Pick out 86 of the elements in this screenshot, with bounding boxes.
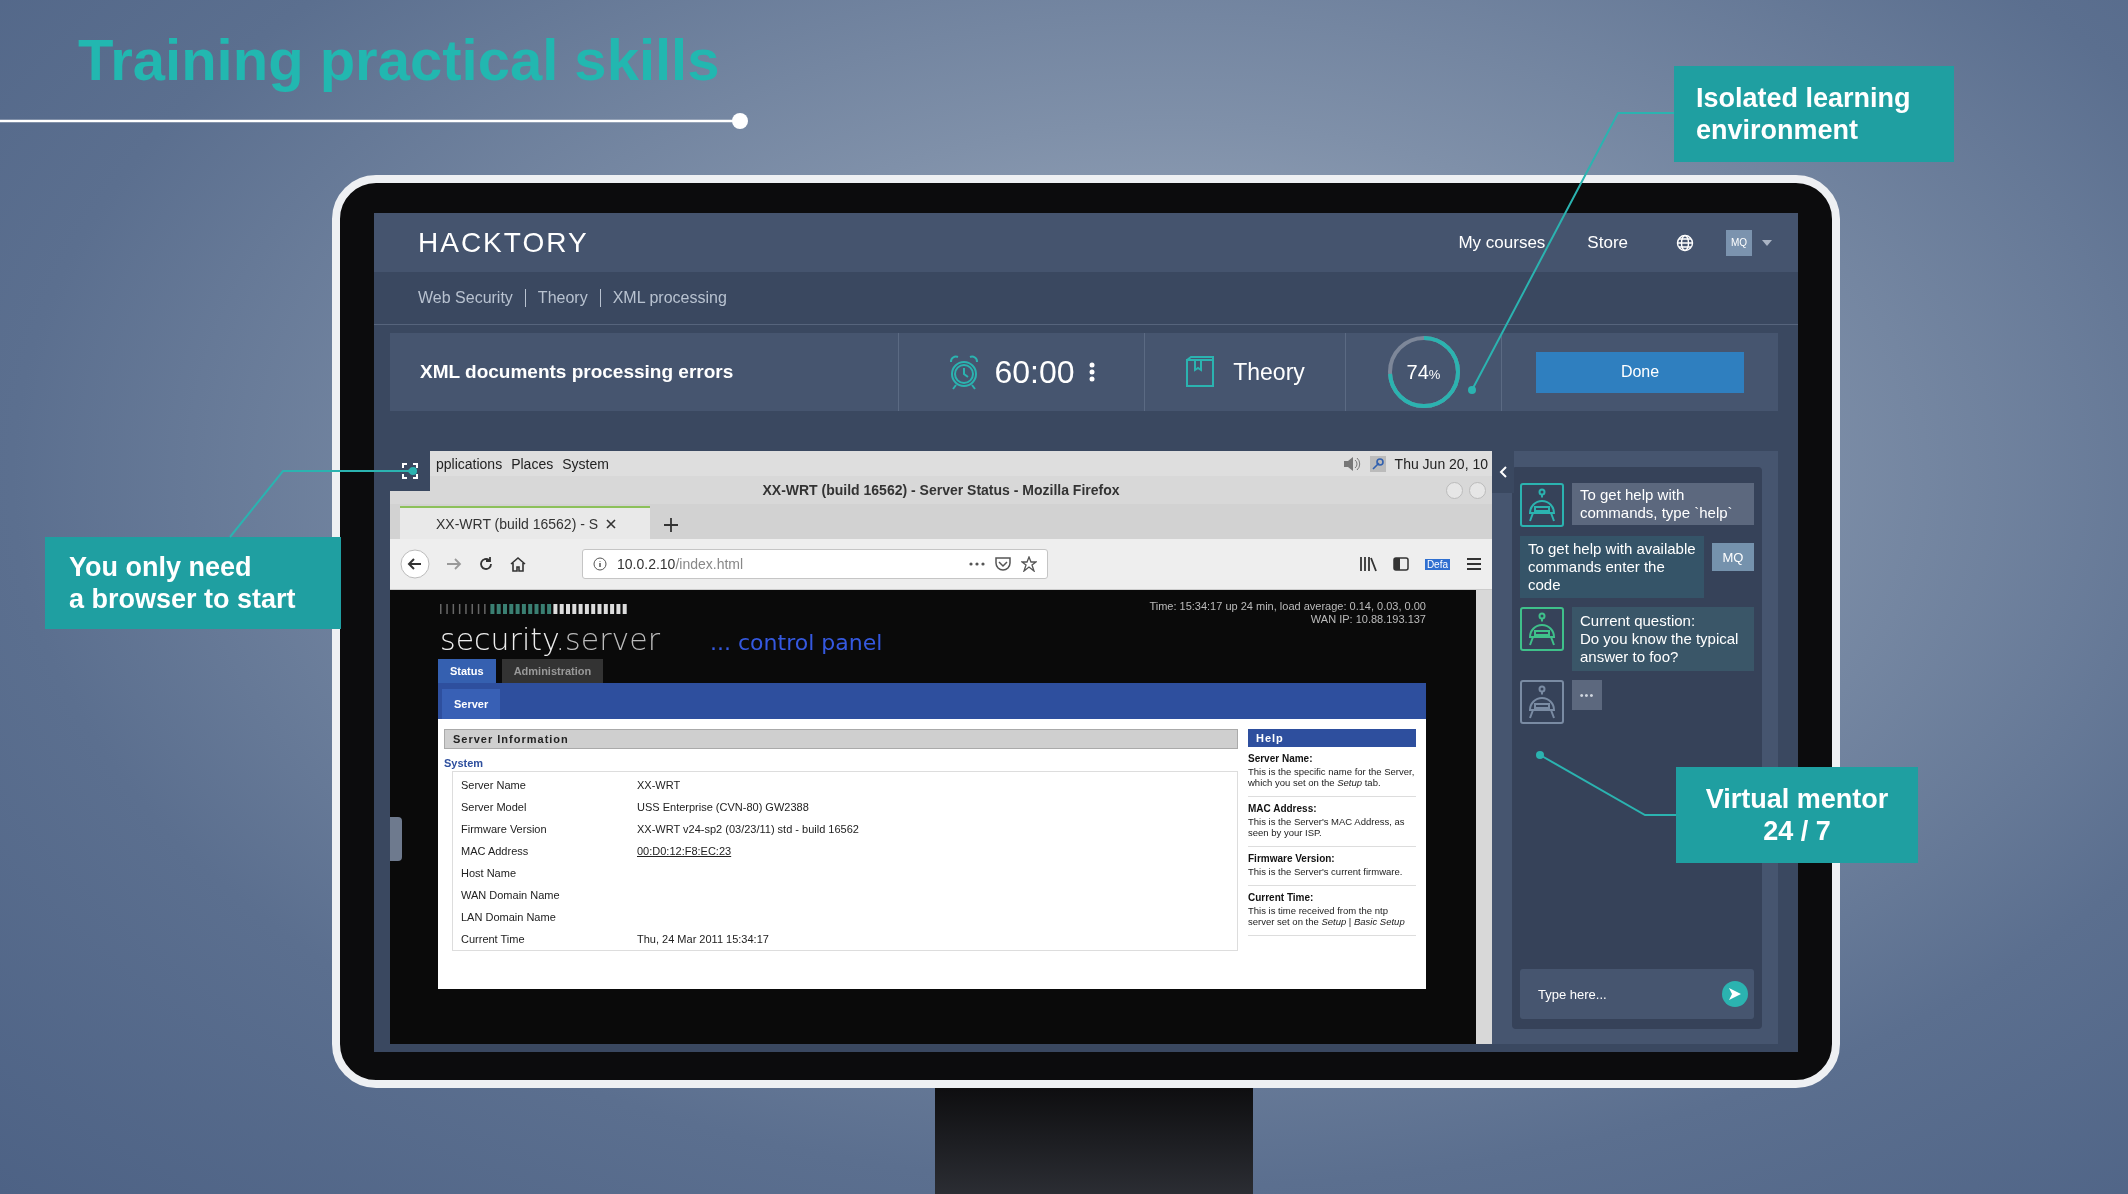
help-title: Server Name:	[1248, 753, 1314, 764]
nav-link[interactable]: My courses	[1458, 232, 1546, 253]
section-label: Theory	[1233, 358, 1305, 386]
browser-tab[interactable]: XX-WRT (build 16562) - S	[400, 506, 650, 539]
field-label: LAN Domain Name	[461, 911, 557, 923]
side-handle[interactable]	[390, 817, 402, 861]
info-icon[interactable]	[593, 557, 607, 571]
breadcrumb-link[interactable]: Theory	[537, 289, 588, 307]
close-icon[interactable]	[606, 518, 617, 529]
field-label: Current Time	[461, 933, 526, 945]
user-avatar[interactable]: MQ	[1726, 229, 1752, 256]
sub-tab[interactable]: Server	[442, 689, 501, 719]
reload-icon[interactable]	[478, 556, 494, 572]
robot-icon	[1520, 483, 1564, 527]
sidebar-icon[interactable]	[1392, 557, 1409, 571]
field-value: Thu, 24 Mar 2011 15:34:17	[637, 933, 769, 945]
help-text: This is the Server's MAC Address, as seen by your ISP.	[1248, 816, 1406, 838]
star-icon[interactable]	[1021, 556, 1037, 572]
help-title: Firmware Version:	[1248, 853, 1336, 864]
breadcrumb-link[interactable]: Web Security	[418, 289, 513, 307]
message-field[interactable]: Type here...	[1520, 969, 1754, 1019]
more-icon[interactable]	[969, 562, 985, 566]
speaker-icon[interactable]	[1342, 455, 1361, 472]
callout-label: Virtual mentor 24 / 7	[1676, 767, 1918, 863]
address-bar[interactable]: 10.0.2.10/index.html	[582, 549, 1048, 579]
help-header: Help	[1248, 729, 1416, 747]
field-label: Firmware Version	[461, 823, 548, 835]
breadcrumb-link[interactable]: XML processing	[612, 289, 727, 307]
window-title: XX-WRT (build 16562) - Server Status - Mozilla Firefox	[762, 482, 1120, 498]
app-logo: HACKTORY	[418, 226, 589, 259]
field-value: XX-WRT	[637, 779, 681, 791]
desktop-clock: Thu Jun 20, 10	[1394, 455, 1488, 472]
help-title: Current Time:	[1248, 892, 1315, 903]
section-header: Server Information	[444, 729, 1238, 749]
more-icon[interactable]	[1088, 362, 1095, 382]
robot-icon	[1520, 607, 1564, 651]
task-title: XML documents processing errors	[390, 333, 899, 411]
slide-title: Training practical skills	[78, 26, 720, 93]
collapse-button[interactable]	[1492, 451, 1514, 493]
pocket-icon[interactable]	[995, 556, 1011, 572]
callout-label: You only need a browser to start	[45, 537, 341, 629]
field-label: WAN Domain Name	[461, 889, 561, 901]
caret-icon[interactable]	[1762, 239, 1772, 246]
status-text: Time: 15:34:17 up 24 min, load average: 0.14, 0.03, 0.00 WAN IP: 10.88.193.137	[1149, 600, 1426, 627]
menu-icon[interactable]	[1466, 557, 1482, 571]
desktop-menu[interactable]: pplications	[436, 455, 503, 472]
desktop-menu[interactable]: Places	[511, 455, 554, 472]
message-input[interactable]: Type here...	[1536, 985, 1722, 1003]
send-button[interactable]	[1722, 981, 1748, 1007]
help-text: This is the specific name for the Server, which you set on the Setup tab.	[1248, 766, 1416, 788]
plus-icon[interactable]	[664, 518, 678, 532]
chevron-icon[interactable]	[1499, 466, 1507, 478]
field-label: MAC Address	[461, 845, 530, 857]
site-logo: security.server	[440, 622, 661, 657]
chat-message: To get help with available commands enter the code	[1520, 536, 1704, 598]
timer-value: 60:00	[994, 353, 1075, 391]
field-label: Server Name	[461, 779, 527, 791]
done-button[interactable]: Done	[1536, 351, 1744, 393]
chat-message: To get help with commands, type `help`	[1572, 483, 1754, 525]
home-icon[interactable]	[510, 556, 526, 572]
progress-value: 74%	[1406, 360, 1441, 384]
site-tagline: ... control panel	[710, 630, 883, 655]
typing-indicator: •••	[1572, 680, 1602, 710]
globe-icon[interactable]	[1676, 233, 1694, 252]
extension-badge[interactable]: Defa	[1424, 558, 1450, 570]
field-label: Server Model	[461, 801, 528, 813]
field-value: XX-WRT v24-sp2 (03/23/11) std - build 16562	[637, 823, 859, 835]
library-icon[interactable]	[1358, 556, 1377, 572]
value-link[interactable]: 00:D0:12:F8:EC:23	[637, 845, 732, 857]
robot-icon	[1520, 680, 1564, 724]
book-icon	[1185, 356, 1216, 388]
help-title: MAC Address:	[1248, 803, 1318, 814]
help-text: This is the Server's current firmware.	[1248, 866, 1404, 877]
field-label: Host Name	[461, 867, 518, 879]
group-label: System	[444, 757, 485, 769]
user-avatar: MQ	[1712, 543, 1754, 571]
desktop-menu[interactable]: System	[562, 455, 609, 472]
field-value: USS Enterprise (CVN-80) GW2388	[637, 801, 809, 813]
alarm-clock-icon	[948, 354, 981, 390]
help-text: This is time received from the ntp server set on the Setup | Basic Setup	[1248, 905, 1406, 927]
page-tab[interactable]: Status	[438, 659, 496, 683]
chat-message: Current question: Do you know the typical answer to foo?	[1572, 607, 1754, 671]
back-icon[interactable]	[400, 549, 430, 579]
nav-link[interactable]: Store	[1587, 232, 1628, 253]
callout-label: Isolated learning environment	[1674, 66, 1954, 162]
page-tab[interactable]: Administration	[501, 659, 604, 683]
